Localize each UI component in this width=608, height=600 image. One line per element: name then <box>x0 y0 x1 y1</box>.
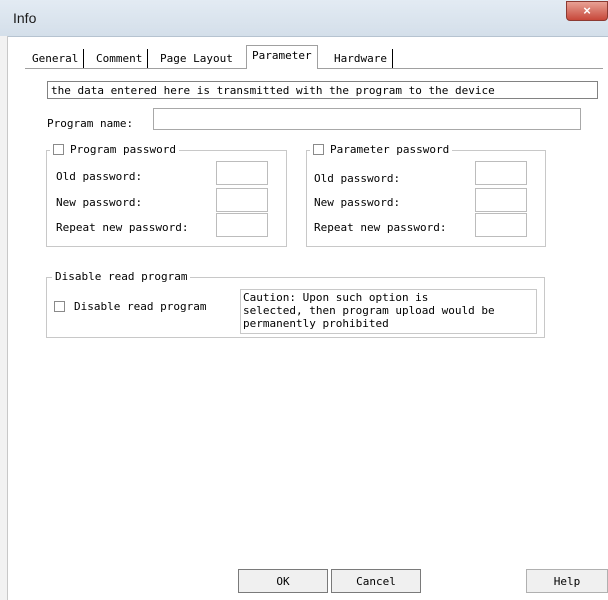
close-icon[interactable]: × <box>566 1 608 21</box>
parameter-old-password-input[interactable] <box>475 161 527 185</box>
parameter-repeat-password-input[interactable] <box>475 213 527 237</box>
parameter-old-password-label: Old password: <box>314 172 401 185</box>
program-repeat-password-input[interactable] <box>216 213 268 237</box>
program-name-label: Program name: <box>47 117 134 130</box>
tab-comment[interactable]: Comment <box>91 49 149 69</box>
parameter-password-title: Parameter password <box>330 143 450 156</box>
tab-page-layout[interactable]: Page Layout <box>155 49 238 69</box>
parameter-repeat-password-label: Repeat new password: <box>314 221 447 234</box>
disable-read-legend: Disable read program <box>52 270 191 283</box>
program-name-input[interactable] <box>153 108 581 130</box>
cancel-button[interactable]: Cancel <box>331 569 421 593</box>
program-new-password-input[interactable] <box>216 188 268 212</box>
parameter-new-password-input[interactable] <box>475 188 527 212</box>
caution-text: Caution: Upon such option is selected, t… <box>240 289 537 334</box>
help-button[interactable]: Help <box>526 569 608 593</box>
program-password-legend: Program password <box>50 143 179 156</box>
info-message: the data entered here is transmitted wit… <box>47 81 598 99</box>
program-repeat-password-label: Repeat new password: <box>56 221 189 234</box>
parameter-new-password-label: New password: <box>314 196 401 209</box>
title-bar: Info × <box>0 0 608 37</box>
tab-hardware[interactable]: Hardware <box>329 49 393 69</box>
program-new-password-label: New password: <box>56 196 143 209</box>
disable-read-checkbox-label[interactable]: Disable read program <box>74 300 206 313</box>
tab-general[interactable]: General <box>27 49 85 69</box>
parameter-password-checkbox[interactable] <box>313 144 324 155</box>
tab-parameter[interactable]: Parameter <box>246 45 318 69</box>
window-left-edge <box>0 36 8 600</box>
program-old-password-input[interactable] <box>216 161 268 185</box>
program-password-title: Program password <box>70 143 176 156</box>
program-old-password-label: Old password: <box>56 170 143 183</box>
window-title: Info <box>13 10 37 26</box>
parameter-password-legend: Parameter password <box>310 143 453 156</box>
program-password-checkbox[interactable] <box>53 144 64 155</box>
disable-read-checkbox[interactable] <box>54 301 65 312</box>
ok-button[interactable]: OK <box>238 569 328 593</box>
